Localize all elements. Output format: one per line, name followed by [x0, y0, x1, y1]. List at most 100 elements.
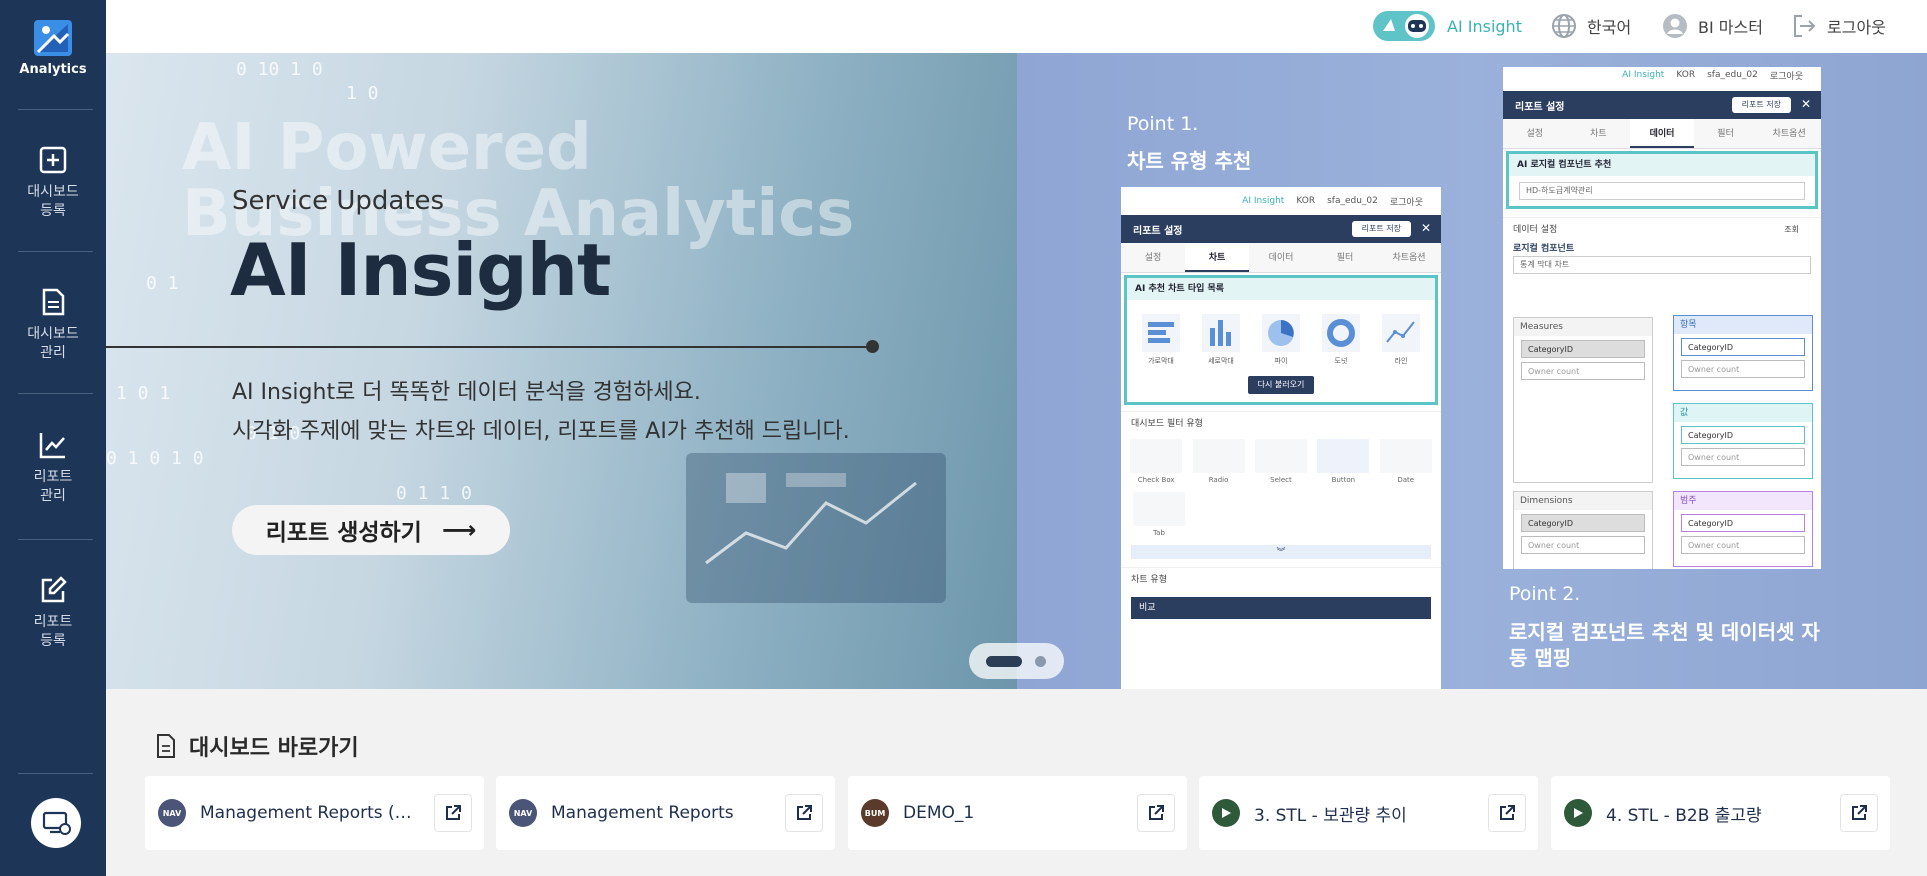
mock-top-bar: AI Insight KOR sfa_edu_02 로그아웃 — [1503, 67, 1821, 83]
mock-lang: KOR — [1296, 196, 1316, 206]
mock-tabs: 설정 차트 데이터 필터 차트옵션 — [1503, 119, 1821, 149]
shortcut-name: DEMO_1 — [903, 803, 975, 823]
filter-type-item: Button — [1317, 439, 1370, 484]
expand-icon: ︾ — [1131, 545, 1431, 559]
data-section-header: 데이터 설정 조회 — [1503, 217, 1821, 241]
external-link-icon — [1149, 805, 1164, 820]
hero-description-line: AI Insight로 더 똑똑한 데이터 분석을 경험하세요. — [232, 380, 701, 405]
app-logo[interactable]: Analytics — [0, 20, 106, 77]
sidebar-item-dashboard-manage[interactable]: 대시보드 관리 — [0, 287, 106, 363]
ai-chart-type-title: AI 추천 차트 타입 목록 — [1127, 278, 1435, 300]
chart-type-item: 세로막대 — [1196, 314, 1246, 366]
hero-description: AI Insight로 더 똑똑한 데이터 분석을 경험하세요. 시각화 주제에… — [232, 373, 850, 451]
ai-logical-title: AI 로지컬 컴포넌트 추천 — [1509, 154, 1815, 176]
logout-icon — [1791, 13, 1817, 39]
ai-insight-label: AI Insight — [1447, 16, 1522, 36]
carousel-pager[interactable] — [969, 643, 1064, 679]
filter-type-item: Radio — [1192, 439, 1245, 484]
shortcut-name: 4. STL - B2B 출고량 — [1606, 805, 1762, 826]
shortcut-card[interactable]: BUM DEMO_1 — [848, 776, 1187, 850]
sidebar-item-report-manage[interactable]: 리포트 관리 — [0, 430, 106, 506]
point2-label: Point 2. — [1509, 583, 1581, 605]
chart-type-item: 도넛 — [1316, 314, 1366, 366]
arrow-right-icon: ⟶ — [441, 516, 477, 544]
reload-button: 다시 불러오기 — [1248, 376, 1314, 394]
sidebar-item-report-register[interactable]: 리포트 등록 — [0, 575, 106, 651]
item-title: 항목 — [1674, 316, 1812, 334]
external-link-button[interactable] — [1488, 794, 1526, 832]
document-icon — [155, 733, 177, 759]
data-section-title: 데이터 설정 — [1513, 225, 1558, 235]
language-button[interactable]: 한국어 — [1551, 12, 1631, 40]
mock-tabs: 설정 차트 데이터 필터 차트옵션 — [1121, 243, 1441, 273]
mock-header-title: 리포트 설정 — [1133, 225, 1183, 237]
shortcut-card[interactable]: NAV Management Reports (Mobile) — [145, 776, 484, 850]
digits-decoration: 0 1 — [146, 273, 179, 294]
data-query-link: 조회 — [1784, 225, 1799, 234]
mock-tab: 차트옵션 — [1772, 129, 1806, 139]
shortcut-name: 3. STL - 보관량 추이 — [1254, 805, 1407, 826]
shortcut-name: Management Reports (Mobile) — [200, 803, 422, 823]
external-link-button[interactable] — [785, 794, 823, 832]
mock-tab-active: 차트 — [1185, 243, 1249, 272]
mock-tab: 필터 — [1717, 129, 1734, 139]
shortcut-card[interactable]: 3. STL - 보관량 추이 — [1199, 776, 1538, 850]
sidebar-item-dashboard-register[interactable]: 대시보드 등록 — [0, 145, 106, 221]
close-icon: ✕ — [1800, 97, 1811, 111]
ai-insight-button[interactable]: AI Insight — [1373, 11, 1522, 41]
close-icon: ✕ — [1420, 221, 1431, 235]
service-updates-label: Service Updates — [232, 186, 445, 216]
chart-type-item: 라인 — [1376, 314, 1426, 366]
avatar: NAV — [158, 799, 186, 827]
value-title: 값 — [1674, 404, 1812, 422]
external-link-icon — [1852, 805, 1867, 820]
shortcut-card[interactable]: 4. STL - B2B 출고량 — [1551, 776, 1890, 850]
external-link-button[interactable] — [1137, 794, 1175, 832]
monitor-settings-button[interactable] — [31, 798, 81, 848]
mock-logout: 로그아웃 — [1389, 197, 1423, 208]
play-badge-icon — [1212, 799, 1240, 827]
mock-user: sfa_edu_02 — [1707, 70, 1758, 80]
mock-header: 리포트 설정 리포트 저장 ✕ — [1503, 91, 1821, 119]
pager-active-dot[interactable] — [986, 656, 1022, 667]
external-link-button[interactable] — [434, 794, 472, 832]
pager-dot[interactable] — [1035, 656, 1046, 667]
logical-component-label: 로지컬 컴포넌트 — [1513, 244, 1575, 254]
mock-save-button: 리포트 저장 — [1351, 221, 1411, 237]
filter-type-item: Date — [1379, 439, 1432, 484]
external-link-button[interactable] — [1840, 794, 1878, 832]
filter-type-item: Check Box — [1130, 439, 1183, 484]
hero-title: AI Insight — [230, 228, 611, 312]
mock-tab: 설정 — [1144, 253, 1162, 263]
robot-icon — [1373, 11, 1435, 41]
user-menu[interactable]: BI 마스터 — [1662, 12, 1763, 40]
mock-tab: 차트옵션 — [1392, 253, 1426, 263]
category-field: CategoryID — [1681, 514, 1805, 532]
chart-type-item: 가로막대 — [1136, 314, 1186, 366]
create-report-button[interactable]: 리포트 생성하기 ⟶ — [232, 505, 510, 555]
filter-type-label: Date — [1397, 476, 1415, 484]
ai-chart-type-box: AI 추천 차트 타입 목록 가로막대 세로막대 파이 도넛 라인 다시 불러오… — [1124, 275, 1438, 405]
logout-button[interactable]: 로그아웃 — [1791, 12, 1886, 40]
document-icon — [38, 287, 68, 317]
filter-section-header: 대시보드 필터 유형 — [1121, 411, 1441, 435]
hero-description-line: 시각화 주제에 맞는 차트와 데이터, 리포트를 AI가 추천해 드립니다. — [232, 419, 850, 444]
filter-type-label: Check Box — [1137, 476, 1175, 484]
user-name: BI 마스터 — [1698, 18, 1763, 37]
mock-tab: 데이터 — [1268, 253, 1294, 263]
laptop-illustration — [686, 453, 946, 603]
mock-tab: 설정 — [1526, 129, 1544, 139]
chart-type-compare: 비교 — [1131, 597, 1431, 619]
monitor-settings-icon — [42, 811, 71, 835]
mock-header: 리포트 설정 리포트 저장 ✕ — [1121, 215, 1441, 243]
shortcut-card[interactable]: NAV Management Reports — [496, 776, 835, 850]
create-report-label: 리포트 생성하기 — [265, 520, 422, 546]
divider — [18, 109, 93, 110]
mock-tab-active: 데이터 — [1630, 119, 1694, 148]
category-title: 범주 — [1674, 492, 1812, 510]
hero-divider-line — [106, 346, 872, 348]
globe-icon — [1551, 13, 1577, 39]
chart-type-item: 파이 — [1256, 314, 1306, 366]
sidebar: Analytics 대시보드 등록 대시보드 관리 리포트 관리 리포트 등록 — [0, 0, 106, 876]
hbar-chart-icon — [1142, 314, 1180, 352]
